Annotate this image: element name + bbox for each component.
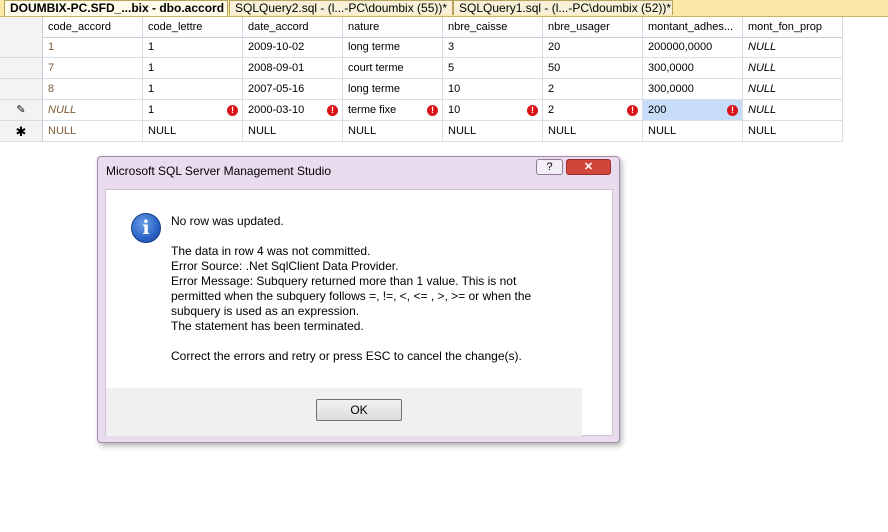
table-cell[interactable]: 50: [543, 58, 643, 79]
table-cell[interactable]: 1: [43, 37, 143, 58]
message-line: The statement has been terminated.: [171, 319, 364, 333]
message-line: Correct the errors and retry or press ES…: [171, 349, 522, 363]
table-cell[interactable]: 7: [43, 58, 143, 79]
table-cell[interactable]: 10: [443, 79, 543, 100]
table-cell[interactable]: NULL: [43, 100, 143, 121]
dialog-title: Microsoft SQL Server Management Studio: [106, 164, 331, 178]
table-cell[interactable]: 10!: [443, 100, 543, 121]
table-cell[interactable]: NULL: [143, 121, 243, 142]
table-cell[interactable]: NULL: [743, 58, 843, 79]
error-icon[interactable]: !: [527, 105, 538, 116]
table-cell[interactable]: terme fixe!: [343, 100, 443, 121]
table-cell[interactable]: NULL: [43, 121, 143, 142]
column-header[interactable]: code_accord: [43, 17, 143, 38]
table-cell[interactable]: 300,0000: [643, 58, 743, 79]
ok-button[interactable]: OK: [316, 399, 402, 421]
table-cell[interactable]: NULL: [743, 121, 843, 142]
row-selector[interactable]: [0, 58, 43, 79]
table-cell[interactable]: 20: [543, 37, 643, 58]
column-header[interactable]: date_accord: [243, 17, 343, 38]
message-line: Error Message: Subquery returned more th…: [171, 274, 517, 288]
table-cell[interactable]: 8: [43, 79, 143, 100]
column-header[interactable]: montant_adhes...: [643, 17, 743, 38]
table-cell[interactable]: NULL: [543, 121, 643, 142]
cell-value: 2000-03-10: [248, 104, 305, 116]
table-cell[interactable]: 200000,0000: [643, 37, 743, 58]
table-cell[interactable]: 300,0000: [643, 79, 743, 100]
row-selector[interactable]: [0, 79, 43, 100]
table-cell[interactable]: NULL: [243, 121, 343, 142]
dialog-body: i No row was updated. The data in row 4 …: [105, 189, 613, 436]
tab-table-accord[interactable]: DOUMBIX-PC.SFD_...bix - dbo.accord: [4, 0, 228, 16]
tab-sqlquery2[interactable]: SQLQuery2.sql - (l...-PC\doumbix (55))*: [229, 0, 453, 15]
error-icon[interactable]: !: [727, 105, 738, 116]
table-cell[interactable]: 2007-05-16: [243, 79, 343, 100]
table-cell[interactable]: NULL: [743, 37, 843, 58]
message-line: Error Source: .Net SqlClient Data Provid…: [171, 259, 399, 273]
column-header[interactable]: nbre_usager: [543, 17, 643, 38]
dialog-button-area: OK: [106, 388, 582, 436]
table-cell[interactable]: NULL: [743, 100, 843, 121]
table-cell[interactable]: 2: [543, 79, 643, 100]
column-header[interactable]: nbre_caisse: [443, 17, 543, 38]
message-line: permitted when the subquery follows =, !…: [171, 289, 532, 303]
close-button[interactable]: ✕: [566, 159, 611, 175]
table-cell[interactable]: 1: [143, 79, 243, 100]
table-cell[interactable]: NULL: [643, 121, 743, 142]
message-line: No row was updated.: [171, 214, 284, 228]
tab-sqlquery1[interactable]: SQLQuery1.sql - (l...-PC\doumbix (52))*: [453, 0, 673, 15]
document-tab-bar: DOUMBIX-PC.SFD_...bix - dbo.accord SQLQu…: [0, 0, 888, 17]
help-button[interactable]: ?: [536, 159, 563, 175]
error-icon[interactable]: !: [227, 105, 238, 116]
row-selector[interactable]: [0, 37, 43, 58]
message-line: subquery is used as an expression.: [171, 304, 360, 318]
column-header[interactable]: nature: [343, 17, 443, 38]
table-cell[interactable]: NULL: [443, 121, 543, 142]
table-cell[interactable]: 1: [143, 37, 243, 58]
table-cell[interactable]: 1: [143, 58, 243, 79]
table-cell[interactable]: long terme: [343, 79, 443, 100]
cell-value: 1: [148, 104, 155, 116]
cell-value: terme fixe: [348, 104, 397, 116]
column-header[interactable]: mont_fon_prop: [743, 17, 843, 38]
message-line: The data in row 4 was not committed.: [171, 244, 371, 258]
table-cell[interactable]: long terme: [343, 37, 443, 58]
row-selector-header[interactable]: [0, 17, 43, 38]
table-cell[interactable]: court terme: [343, 58, 443, 79]
row-selector-pencil-icon[interactable]: ✎: [0, 100, 43, 121]
error-icon[interactable]: !: [627, 105, 638, 116]
error-icon[interactable]: !: [427, 105, 438, 116]
table-cell[interactable]: 2!: [543, 100, 643, 121]
table-cell[interactable]: 2009-10-02: [243, 37, 343, 58]
error-dialog: Microsoft SQL Server Management Studio ?…: [97, 156, 620, 443]
table-cell[interactable]: 1!: [143, 100, 243, 121]
table-cell[interactable]: 2000-03-10!: [243, 100, 343, 121]
table-cell-selected[interactable]: 200!: [643, 100, 743, 121]
cell-value: 10: [448, 104, 461, 116]
table-cell[interactable]: 2008-09-01: [243, 58, 343, 79]
error-icon[interactable]: !: [327, 105, 338, 116]
table-cell[interactable]: NULL: [343, 121, 443, 142]
row-selector-new-icon[interactable]: ✱: [0, 121, 43, 142]
info-icon: i: [131, 213, 161, 243]
cell-value: 2: [548, 104, 555, 116]
column-header[interactable]: code_lettre: [143, 17, 243, 38]
table-cell[interactable]: 3: [443, 37, 543, 58]
table-cell[interactable]: 5: [443, 58, 543, 79]
table-cell[interactable]: NULL: [743, 79, 843, 100]
cell-value: 200: [648, 104, 667, 116]
